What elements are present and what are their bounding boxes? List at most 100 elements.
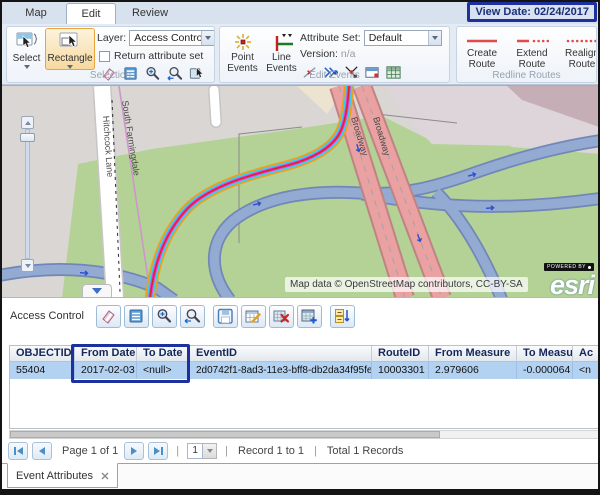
next-page-button[interactable] bbox=[124, 442, 144, 460]
esri-logo: POWERED BY esri bbox=[544, 255, 594, 297]
sort-records-button[interactable] bbox=[330, 305, 355, 328]
layer-dropdown-arrow-icon[interactable] bbox=[201, 31, 214, 45]
cell-from-measure[interactable]: 2.979606 bbox=[429, 362, 517, 379]
cell-eventid[interactable]: 2d0742f1-8ad3-11e3-bff8-db2da34f95fe bbox=[190, 362, 372, 379]
rectangle-dropdown-caret bbox=[67, 65, 73, 69]
return-attribute-checkbox[interactable] bbox=[99, 51, 110, 62]
layer-row: Layer: Access Control bbox=[97, 30, 215, 46]
map-canvas[interactable]: Hitchcock Lane South Farmingdale Broadwa… bbox=[2, 86, 598, 297]
cell-to-date[interactable]: <null> bbox=[137, 362, 190, 379]
map-collapse-handle[interactable] bbox=[82, 284, 112, 297]
col-to-measure[interactable]: To Measure bbox=[517, 346, 573, 362]
save-icon bbox=[216, 307, 234, 325]
col-routeid[interactable]: RouteID bbox=[372, 346, 429, 362]
create-route-label-1: Create bbox=[467, 48, 497, 59]
tab-review[interactable]: Review bbox=[124, 3, 176, 24]
horizontal-scrollbar[interactable] bbox=[9, 430, 600, 439]
attribute-set-dropdown[interactable]: Default bbox=[364, 30, 442, 46]
create-route-label-2: Route bbox=[469, 59, 496, 70]
main-tab-bar: Map Edit Review View Date: 02/24/2017 bbox=[2, 2, 598, 24]
scrollbar-thumb[interactable] bbox=[10, 431, 440, 438]
select-label: Select bbox=[13, 53, 41, 64]
attribute-set-dropdown-arrow-icon[interactable] bbox=[428, 31, 441, 45]
page-number-dropdown[interactable]: 1 bbox=[187, 443, 217, 459]
attributes-table: OBJECTID From Date To Date EventID Route… bbox=[9, 345, 600, 429]
col-access[interactable]: Ac bbox=[573, 346, 600, 362]
rectangle-select-button[interactable]: Rectangle bbox=[45, 28, 95, 70]
attribute-set-row: Attribute Set: Default bbox=[300, 30, 442, 46]
edit-ribbon: Select Rectangle Layer: Access Control bbox=[2, 24, 598, 85]
redline-routes-group-label: Redline Routes bbox=[457, 70, 596, 81]
extend-route-label-2: Route bbox=[519, 59, 546, 70]
close-icon[interactable] bbox=[101, 472, 109, 480]
selection-list-button[interactable] bbox=[124, 305, 149, 328]
clear-selection-button[interactable] bbox=[96, 305, 121, 328]
zoom-in-button[interactable] bbox=[21, 116, 34, 129]
col-to-date[interactable]: To Date bbox=[137, 346, 190, 362]
point-events-button[interactable]: Point Events bbox=[224, 29, 261, 75]
first-page-button[interactable] bbox=[8, 442, 28, 460]
map-view[interactable]: Hitchcock Lane South Farmingdale Broadwa… bbox=[2, 85, 598, 297]
cell-routeid[interactable]: 10003301 bbox=[372, 362, 429, 379]
create-route-button[interactable]: Create Route bbox=[461, 31, 503, 71]
next-page-icon bbox=[130, 446, 138, 456]
zoom-slider-thumb[interactable] bbox=[20, 133, 35, 142]
col-objectid[interactable]: OBJECTID bbox=[10, 346, 75, 362]
cell-access[interactable]: <n bbox=[573, 362, 600, 379]
last-page-button[interactable] bbox=[148, 442, 168, 460]
line-events-button[interactable]: Line Events bbox=[263, 29, 300, 75]
selection-group-label: Selection bbox=[7, 70, 214, 81]
col-from-measure[interactable]: From Measure bbox=[429, 346, 517, 362]
attribution-text: Map data © OpenStreetMap contributors, C… bbox=[290, 279, 523, 290]
realign-route-label-1: Realign bbox=[565, 48, 597, 59]
table-header-row: OBJECTID From Date To Date EventID Route… bbox=[10, 346, 599, 362]
clear-selection-icon bbox=[99, 307, 117, 325]
prev-page-button[interactable] bbox=[32, 442, 52, 460]
cell-to-measure[interactable]: -0.000064 bbox=[517, 362, 573, 379]
delete-record-button[interactable] bbox=[269, 305, 294, 328]
extend-route-button[interactable]: Extend Route bbox=[511, 31, 553, 71]
selection-list-icon bbox=[127, 307, 145, 325]
layer-dropdown[interactable]: Access Control bbox=[129, 30, 215, 46]
cell-from-date[interactable]: 2017-02-03 bbox=[75, 362, 137, 379]
add-record-button[interactable] bbox=[297, 305, 322, 328]
page-count-text: Page 1 of 1 bbox=[62, 445, 118, 457]
zoom-to-selection-button[interactable] bbox=[152, 305, 177, 328]
table-row[interactable]: 55404 2017-02-03 <null> 2d0742f1-8ad3-11… bbox=[10, 362, 599, 379]
point-events-label-1: Point bbox=[231, 52, 254, 63]
tab-edit[interactable]: Edit bbox=[66, 3, 116, 24]
create-route-icon bbox=[465, 34, 499, 48]
view-date-callout: View Date: 02/24/2017 bbox=[467, 2, 597, 22]
select-dropdown-caret bbox=[24, 65, 30, 69]
delete-record-icon bbox=[272, 307, 290, 325]
realign-route-button[interactable]: Realign Route bbox=[561, 31, 597, 71]
col-from-date[interactable]: From Date bbox=[75, 346, 137, 362]
edit-events-group-label: Edit Events bbox=[220, 70, 449, 81]
selection-group: Select Rectangle Layer: Access Control bbox=[6, 26, 215, 83]
layer-label: Layer: bbox=[97, 32, 126, 44]
page-dropdown-arrow-icon[interactable] bbox=[203, 443, 217, 459]
pan-to-selection-button[interactable] bbox=[180, 305, 205, 328]
view-date-label: View Date: 02/24/2017 bbox=[475, 6, 589, 18]
cell-objectid[interactable]: 55404 bbox=[10, 362, 75, 379]
attributes-toolbar: Access Control bbox=[2, 298, 598, 334]
map-attribution: Map data © OpenStreetMap contributors, C… bbox=[285, 277, 528, 292]
event-attributes-panel: Access Control bbox=[2, 297, 598, 490]
select-button[interactable]: Select bbox=[10, 28, 43, 70]
realign-route-icon bbox=[565, 34, 597, 48]
save-button[interactable] bbox=[213, 305, 238, 328]
version-value: n/a bbox=[341, 48, 356, 60]
event-editor-window: Map Edit Review View Date: 02/24/2017 Se… bbox=[0, 0, 600, 495]
last-page-icon bbox=[153, 446, 164, 456]
point-events-icon bbox=[231, 32, 255, 52]
edit-attributes-button[interactable] bbox=[241, 305, 266, 328]
col-eventid[interactable]: EventID bbox=[190, 346, 372, 362]
zoom-out-button[interactable] bbox=[21, 259, 34, 272]
zoom-to-selection-icon bbox=[155, 307, 173, 325]
zoom-slider-track[interactable] bbox=[25, 129, 30, 259]
tab-event-attributes[interactable]: Event Attributes bbox=[7, 463, 118, 488]
first-page-icon bbox=[13, 446, 24, 456]
esri-wordmark: esri bbox=[550, 270, 594, 297]
tab-map[interactable]: Map bbox=[14, 3, 58, 24]
return-attribute-label: Return attribute set bbox=[114, 50, 203, 62]
